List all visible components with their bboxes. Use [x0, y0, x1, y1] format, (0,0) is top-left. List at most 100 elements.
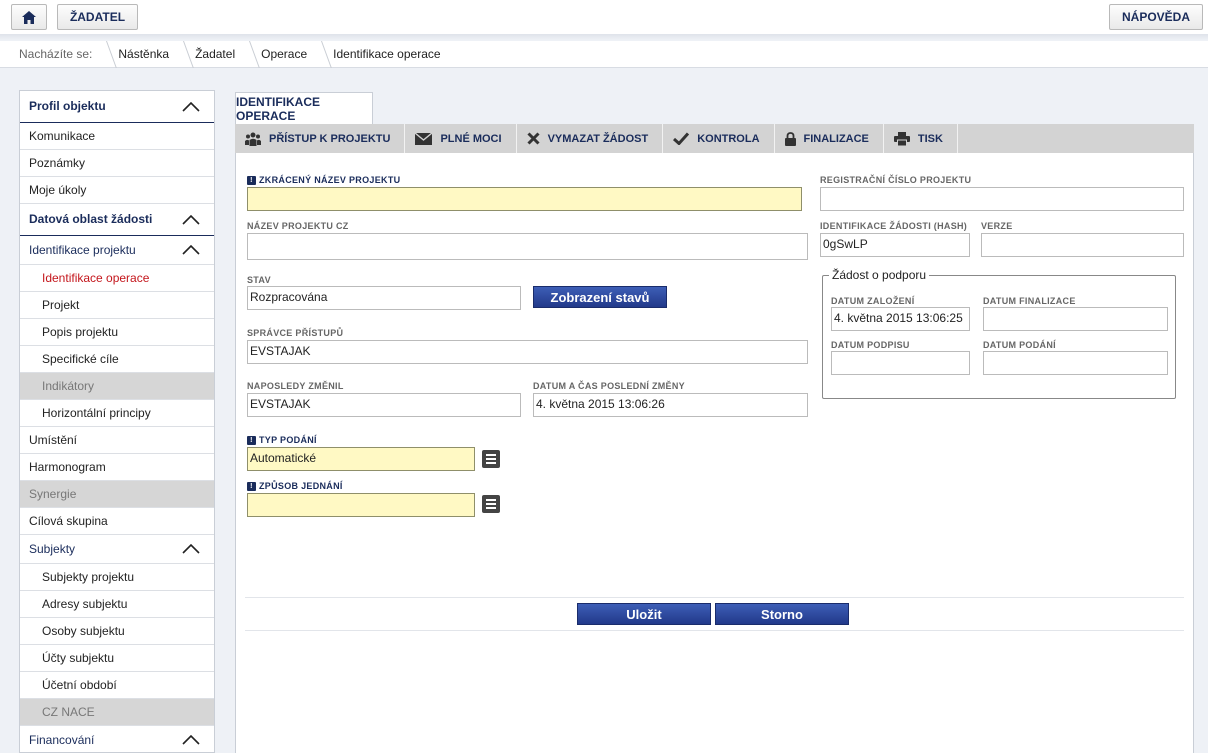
- breadcrumb-nastenka[interactable]: Nástěnka: [106, 41, 183, 68]
- sidebar-item-synergie: Synergie: [20, 481, 214, 508]
- stav-input[interactable]: Rozpracována: [247, 286, 521, 310]
- chevron-up-icon[interactable]: [182, 245, 200, 255]
- sidebar-item-komunikace[interactable]: Komunikace: [20, 123, 214, 150]
- sidebar-item-label: Harmonogram: [29, 460, 106, 474]
- top-bar: ŽADATEL NÁPOVĚDA: [0, 0, 1208, 40]
- sidebar-item-adresy-subjektu[interactable]: Adresy subjektu: [20, 591, 214, 618]
- sidebar-subsection-financovani[interactable]: Financování: [20, 726, 214, 752]
- hash-label: IDENTIFIKACE ŽÁDOSTI (HASH): [820, 221, 968, 231]
- zkraceny-nazev-input[interactable]: [247, 187, 802, 211]
- users-icon: [245, 132, 261, 146]
- kontrola-button[interactable]: KONTROLA: [663, 124, 775, 153]
- zpusob-jednani-label: ! ZPŮSOB JEDNÁNÍ: [247, 481, 343, 492]
- zpusob-jednani-input[interactable]: [247, 493, 475, 517]
- tisk-label: TISK: [917, 132, 943, 145]
- datum-podani-label: DATUM PODÁNÍ: [983, 340, 1056, 350]
- home-button[interactable]: [11, 4, 47, 30]
- plne-moci-button[interactable]: PLNÉ MOCI: [405, 124, 517, 153]
- list-icon[interactable]: [482, 495, 500, 513]
- check-icon: [673, 132, 690, 145]
- sidebar-section-datova-oblast[interactable]: Datová oblast žádosti: [20, 204, 214, 236]
- sidebar-item-subjekty-projektu[interactable]: Subjekty projektu: [20, 564, 214, 591]
- typ-podani-input[interactable]: Automatické: [247, 447, 475, 471]
- sidebar-item-label: Subjekty projektu: [42, 570, 135, 584]
- sidebar-item-ucetni-obdobi[interactable]: Účetní období: [20, 672, 214, 699]
- hash-input[interactable]: 0gSwLP: [820, 233, 970, 257]
- sidebar-item-label: CZ NACE: [42, 705, 95, 719]
- sidebar-item-label: Datová oblast žádosti: [29, 212, 153, 226]
- zadatel-button[interactable]: ŽADATEL: [57, 4, 138, 30]
- sidebar-item-label: Financování: [29, 733, 95, 747]
- sidebar-item-label: Identifikace projektu: [29, 243, 136, 257]
- sidebar-item-label: Projekt: [42, 298, 80, 312]
- zobrazeni-stavu-button[interactable]: Zobrazení stavů: [533, 286, 667, 308]
- breadcrumb-operace[interactable]: Operace: [249, 41, 321, 68]
- list-icon[interactable]: [482, 450, 500, 468]
- sidebar-section-profil-objektu[interactable]: Profil objektu: [20, 91, 214, 123]
- breadcrumb-zadatel[interactable]: Žadatel: [183, 41, 249, 68]
- datum-zalozeni-input[interactable]: 4. května 2015 13:06:25: [831, 307, 970, 331]
- tisk-button[interactable]: TISK: [884, 124, 958, 153]
- verze-label: VERZE: [981, 221, 1013, 231]
- sidebar-item-label: Specifické cíle: [42, 352, 119, 366]
- registracni-cislo-label: REGISTRAČNÍ ČÍSLO PROJEKTU: [820, 175, 972, 185]
- tab-identifikace-operace[interactable]: IDENTIFIKACE OPERACE: [235, 92, 373, 124]
- sidebar-item-poznamky[interactable]: Poznámky: [20, 150, 214, 177]
- breadcrumb: Nacházíte se: Nástěnka Žadatel Operace I…: [0, 41, 1208, 68]
- printer-icon: [893, 131, 910, 146]
- sidebar-item-label: Subjekty: [29, 542, 76, 556]
- sidebar-item-cilova-skupina[interactable]: Cílová skupina: [20, 508, 214, 535]
- sidebar-item-ucty-subjektu[interactable]: Účty subjektu: [20, 645, 214, 672]
- divider: [245, 630, 1184, 631]
- sidebar-item-horizontalni-principy[interactable]: Horizontální principy: [20, 400, 214, 427]
- sidebar-item-label: Umístění: [29, 433, 78, 447]
- datum-podpisu-input[interactable]: [831, 351, 970, 375]
- cancel-button[interactable]: Storno: [715, 603, 849, 625]
- naposledy-zmenil-input[interactable]: EVSTAJAK: [247, 393, 521, 417]
- sidebar-item-label: Osoby subjektu: [42, 624, 125, 638]
- sidebar-item-label: Synergie: [29, 487, 77, 501]
- registracni-cislo-input[interactable]: [820, 187, 1184, 211]
- toolbar: PŘÍSTUP K PROJEKTU PLNÉ MOCI VYMAZAT ŽÁD…: [235, 124, 1194, 153]
- chevron-up-icon[interactable]: [182, 214, 200, 225]
- kontrola-label: KONTROLA: [697, 132, 760, 145]
- sidebar-item-projekt[interactable]: Projekt: [20, 292, 214, 319]
- naposledy-zmenil-label: NAPOSLEDY ZMĚNIL: [247, 381, 344, 391]
- sidebar-item-moje-ukoly[interactable]: Moje úkoly: [20, 177, 214, 204]
- sidebar-item-specificke-cile[interactable]: Specifické cíle: [20, 346, 214, 373]
- sidebar-subsection-identifikace-projektu[interactable]: Identifikace projektu: [20, 236, 214, 265]
- divider: [245, 597, 1184, 598]
- vymazat-zadost-button[interactable]: VYMAZAT ŽÁDOST: [517, 124, 664, 153]
- help-button[interactable]: NÁPOVĚDA: [1109, 4, 1203, 30]
- sidebar-item-osoby-subjektu[interactable]: Osoby subjektu: [20, 618, 214, 645]
- pristup-k-projektu-button[interactable]: PŘÍSTUP K PROJEKTU: [235, 124, 406, 153]
- sidebar-item-label: Účetní období: [42, 678, 117, 692]
- datum-finalizace-label: DATUM FINALIZACE: [983, 296, 1076, 306]
- datum-finalizace-input[interactable]: [983, 307, 1168, 331]
- finalizace-button[interactable]: FINALIZACE: [775, 124, 884, 153]
- zadost-o-podporu-fieldset: Žádost o podporu DATUM ZALOŽENÍ 4. květn…: [822, 268, 1176, 399]
- verze-input[interactable]: [981, 233, 1184, 257]
- sidebar-item-label: Identifikace operace: [42, 271, 150, 285]
- sidebar-subsection-subjekty[interactable]: Subjekty: [20, 535, 214, 564]
- chevron-up-icon[interactable]: [182, 101, 200, 112]
- home-icon: [22, 10, 36, 24]
- datum-zmeny-label: DATUM A ČAS POSLEDNÍ ZMĚNY: [533, 381, 685, 391]
- save-button[interactable]: Uložit: [577, 603, 711, 625]
- chevron-up-icon[interactable]: [182, 735, 200, 745]
- close-icon: [527, 132, 540, 145]
- sidebar-item-identifikace-operace[interactable]: Identifikace operace: [20, 265, 214, 292]
- nazev-projektu-cz-input[interactable]: [247, 233, 808, 260]
- datum-zmeny-input[interactable]: 4. května 2015 13:06:26: [533, 393, 808, 417]
- sidebar-item-label: Poznámky: [29, 156, 86, 170]
- nazev-projektu-cz-label: NÁZEV PROJEKTU CZ: [247, 221, 349, 231]
- sidebar-item-harmonogram[interactable]: Harmonogram: [20, 454, 214, 481]
- sidebar-item-umisteni[interactable]: Umístění: [20, 427, 214, 454]
- finalizace-label: FINALIZACE: [803, 132, 869, 145]
- spravce-pristupu-input[interactable]: EVSTAJAK: [247, 340, 808, 364]
- sidebar-item-label: Horizontální principy: [42, 406, 151, 420]
- chevron-up-icon[interactable]: [182, 544, 200, 554]
- datum-podani-input[interactable]: [983, 351, 1168, 375]
- sidebar-item-popis-projektu[interactable]: Popis projektu: [20, 319, 214, 346]
- stav-label: STAV: [247, 275, 271, 285]
